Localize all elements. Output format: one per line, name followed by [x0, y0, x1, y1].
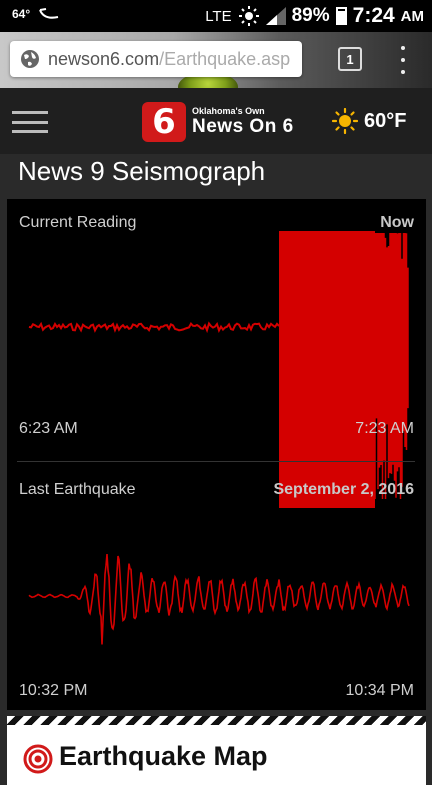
current-reading-wave: [28, 231, 409, 508]
logo-name: News On 6: [192, 116, 294, 137]
target-icon: [23, 744, 53, 774]
last-end-time: 10:34 PM: [345, 682, 414, 699]
globe-icon: [21, 50, 39, 68]
clock-ampm: AM: [400, 7, 424, 25]
weather-widget[interactable]: 60°F: [332, 108, 406, 134]
last-earthquake-wave: [28, 554, 410, 645]
current-reading-label: Current Reading: [19, 214, 137, 231]
logo-badge: 6: [142, 102, 186, 142]
brightness-icon: [238, 6, 259, 26]
panel-divider: [17, 461, 415, 462]
sun-icon: [332, 108, 358, 134]
last-start-time: 10:32 PM: [19, 682, 88, 699]
earthquake-map-card[interactable]: Earthquake Map: [7, 725, 426, 785]
seismograph-waves: [28, 231, 410, 645]
decorative-stripe: [7, 716, 426, 725]
battery-percent: 89%: [291, 5, 330, 26]
status-bar: 64° LTE 89% 7:24 AM: [0, 0, 432, 32]
hamburger-menu-icon[interactable]: [12, 111, 48, 133]
url-text[interactable]: newson6.com/Earthquake.asp: [48, 49, 298, 70]
signal-icon: [265, 7, 286, 25]
last-earthquake-date: September 2, 2016: [273, 481, 414, 498]
site-logo[interactable]: 6 Oklahoma's Own News On 6: [142, 102, 294, 142]
current-end-time: 7:23 AM: [355, 420, 414, 437]
tabs-icon[interactable]: 1: [338, 47, 362, 71]
earthquake-map-title: Earthquake Map: [59, 741, 268, 771]
clock-time: 7:24: [352, 4, 395, 27]
site-header: 6 Oklahoma's Own News On 6 60°F: [0, 88, 432, 154]
overflow-menu-icon[interactable]: [398, 46, 408, 74]
battery-icon: [335, 7, 347, 25]
current-reading-now: Now: [380, 214, 414, 231]
url-path: /Earthquake.asp: [159, 48, 291, 69]
current-start-time: 6:23 AM: [19, 420, 78, 437]
page-title: News 9 Seismograph: [18, 156, 266, 186]
url-host: newson6.com: [48, 48, 160, 69]
url-bar[interactable]: newson6.com/Earthquake.asp: [10, 41, 302, 77]
last-earthquake-label: Last Earthquake: [19, 481, 136, 498]
notification-icon: [39, 8, 59, 19]
weather-temperature: 60°F: [364, 109, 407, 132]
logo-tagline: Oklahoma's Own: [192, 106, 265, 116]
network-type: LTE: [205, 7, 232, 25]
seismograph-panel: Current Reading Now 6:23 AM 7:23 AM Last…: [7, 199, 426, 710]
status-temperature: 64°: [12, 7, 31, 21]
browser-toolbar: newson6.com/Earthquake.asp 1: [0, 32, 432, 88]
